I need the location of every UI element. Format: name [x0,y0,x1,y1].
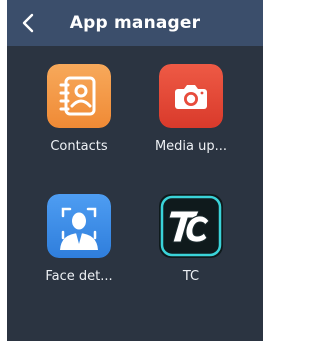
app-label: Media up... [154,139,228,154]
app-label: Contacts [50,139,108,154]
face-scan-icon [47,194,111,258]
app-face-detection[interactable]: Face det... [23,194,135,314]
app-label: Face det... [45,269,113,284]
app-screen: App manager Contacts Media up... Face de… [7,0,263,341]
app-tc[interactable]: TC [135,194,247,314]
camera-icon [159,64,223,128]
app-media-upload[interactable]: Media up... [135,64,247,184]
chevron-left-icon [22,13,34,33]
back-button[interactable] [13,6,43,40]
address-book-icon [47,64,111,128]
tc-logo-icon [159,194,223,258]
app-label: TC [182,269,200,284]
page-title: App manager [69,13,201,33]
top-bar: App manager [7,0,263,46]
app-contacts[interactable]: Contacts [23,64,135,184]
